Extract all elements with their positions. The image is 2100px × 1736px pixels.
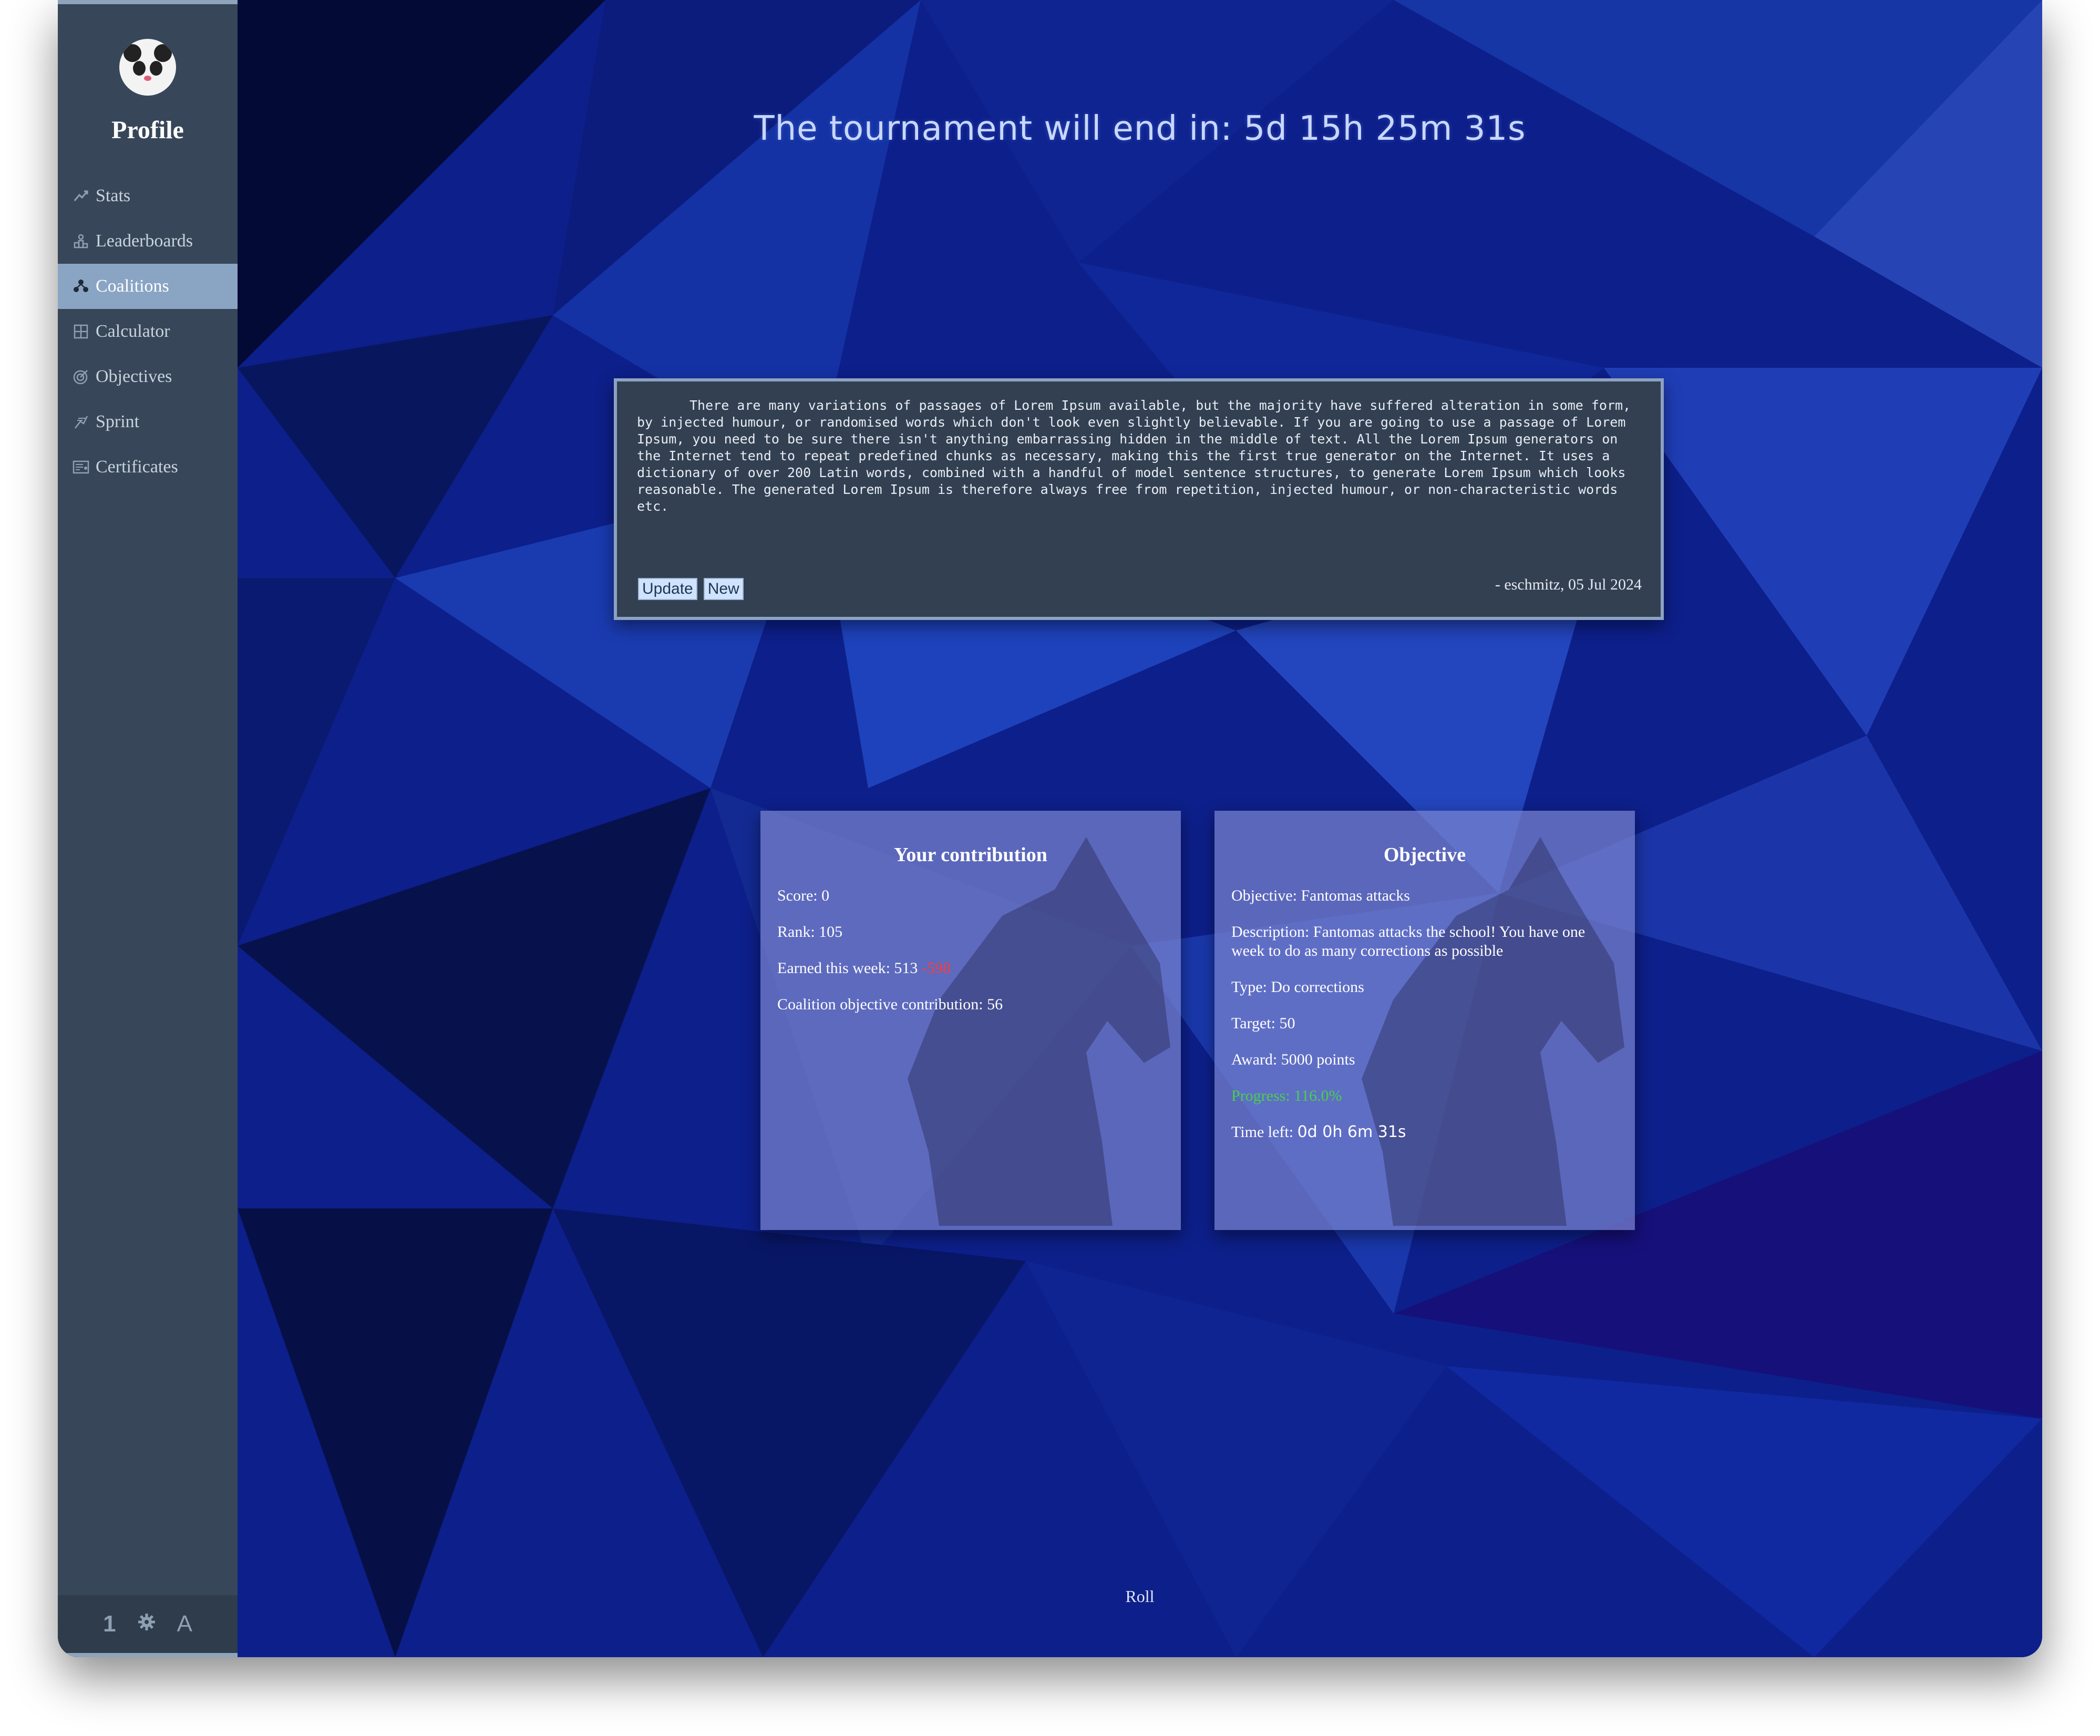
contribution-title: Your contribution: [894, 844, 1047, 866]
font-toggle-icon[interactable]: A: [177, 1611, 192, 1637]
coalition-note: There are many variations of passages of…: [614, 378, 1664, 620]
rank-value: Rank: 105: [777, 923, 843, 941]
sidebar-item-leaderboards[interactable]: Leaderboards: [58, 219, 238, 264]
update-button[interactable]: Update: [638, 578, 697, 600]
calculator-icon: [71, 322, 90, 341]
objective-award: Award: 5000 points: [1231, 1051, 1355, 1068]
app-window: Profile Stats Leaderboards Coalitions Ca…: [58, 0, 2042, 1657]
leaderboard-icon: [71, 232, 90, 251]
panda-ear-icon: [123, 44, 141, 62]
new-button[interactable]: New: [703, 578, 744, 600]
sidebar-item-calculator[interactable]: Calculator: [58, 309, 238, 354]
contribution-card: Your contribution Score: 0 Rank: 105 Ear…: [760, 811, 1181, 1230]
main-content: The tournament will end in: 5d 15h 25m 3…: [238, 0, 2042, 1657]
gear-icon[interactable]: [137, 1611, 156, 1637]
panda-eye-icon: [150, 61, 162, 76]
coalition-contribution-value: Coalition objective contribution: 56: [777, 996, 1003, 1013]
sidebar-item-label: Coalitions: [96, 276, 169, 296]
sidebar: Profile Stats Leaderboards Coalitions Ca…: [58, 0, 238, 1657]
panda-eye-icon: [133, 61, 146, 76]
note-actions: Update New: [638, 578, 744, 600]
sidebar-item-label: Objectives: [96, 367, 172, 386]
sidebar-item-certificates[interactable]: Certificates: [58, 445, 238, 490]
objective-target: Target: 50: [1231, 1015, 1295, 1032]
sidebar-item-label: Calculator: [96, 322, 170, 341]
logo-icon[interactable]: 1: [103, 1611, 116, 1637]
target-icon: [71, 367, 90, 386]
objective-name: Objective: Fantomas attacks: [1231, 887, 1410, 904]
roll-link[interactable]: Roll: [238, 1587, 2042, 1606]
panda-ear-icon: [154, 44, 172, 62]
sidebar-item-label: Leaderboards: [96, 231, 193, 251]
objective-type: Type: Do corrections: [1231, 978, 1364, 996]
objective-description: Description: Fantomas attacks the school…: [1231, 923, 1586, 959]
note-signature: - eschmitz, 05 Jul 2024: [1495, 576, 1642, 593]
sidebar-item-objectives[interactable]: Objectives: [58, 354, 238, 399]
earned-delta: -598: [921, 959, 951, 977]
time-left-value: 0d 0h 6m 31s: [1297, 1123, 1406, 1141]
sidebar-item-label: Sprint: [96, 412, 140, 431]
objective-title: Objective: [1383, 844, 1466, 866]
sidebar-item-label: Stats: [96, 186, 131, 205]
objective-card: Objective Objective: Fantomas attacks De…: [1214, 811, 1635, 1230]
sidebar-item-label: Certificates: [96, 457, 178, 477]
score-value: Score: 0: [777, 887, 830, 904]
earned-value: Earned this week: 513: [777, 959, 918, 977]
note-textarea[interactable]: There are many variations of passages of…: [636, 396, 1646, 556]
sidebar-item-sprint[interactable]: Sprint: [58, 399, 238, 445]
sprint-icon: [71, 412, 90, 431]
sidebar-item-stats[interactable]: Stats: [58, 173, 238, 219]
panda-nose-icon: [144, 76, 151, 81]
coalitions-icon: [71, 277, 90, 296]
time-left-label: Time left:: [1231, 1123, 1294, 1141]
objective-progress: Progress: 116.0%: [1231, 1087, 1342, 1104]
sidebar-nav: Stats Leaderboards Coalitions Calculator: [58, 173, 238, 490]
earned-row: Earned this week: 513 -598: [777, 959, 1164, 978]
avatar[interactable]: [119, 39, 176, 96]
profile-title[interactable]: Profile: [58, 116, 238, 144]
sidebar-footer: 1 A: [58, 1595, 238, 1657]
time-left-row: Time left: 0d 0h 6m 31s: [1231, 1123, 1618, 1142]
stats-icon: [71, 187, 90, 205]
tournament-countdown: The tournament will end in: 5d 15h 25m 3…: [754, 109, 1526, 148]
certificate-icon: [71, 458, 90, 477]
sidebar-item-coalitions[interactable]: Coalitions: [58, 264, 238, 309]
